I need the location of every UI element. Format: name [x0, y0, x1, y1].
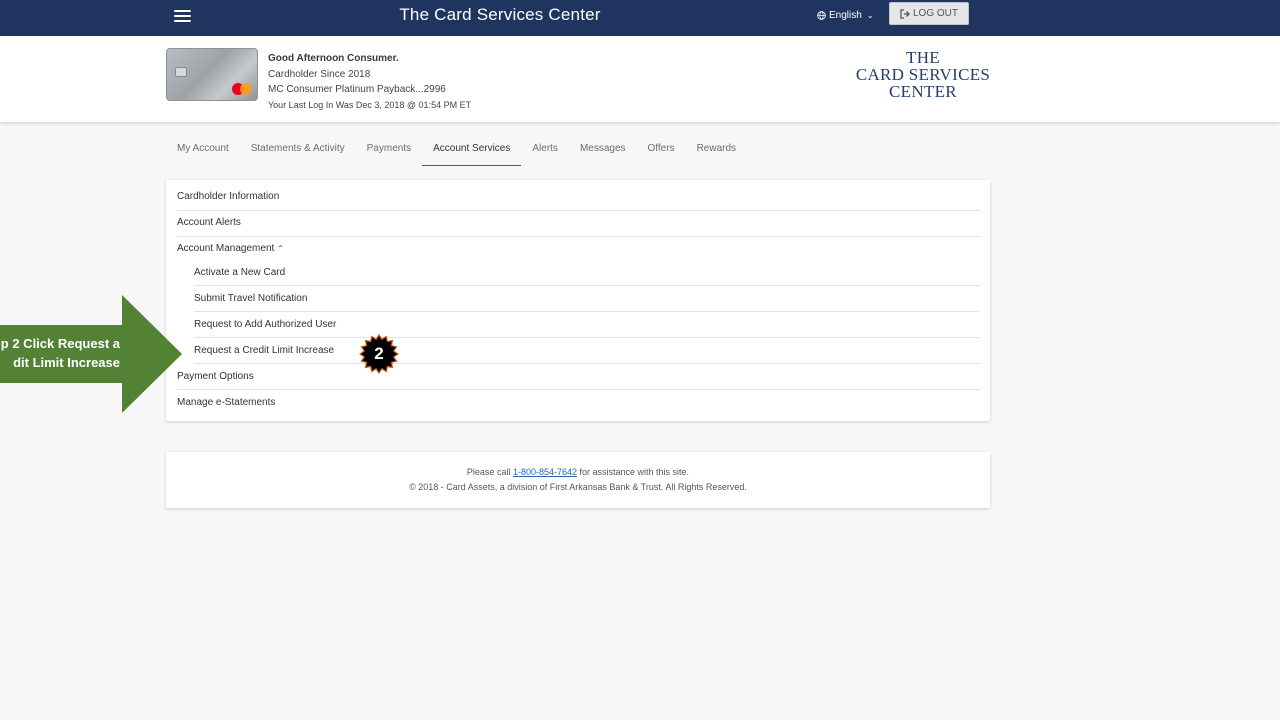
submenu-item-label: Activate a New Card [194, 267, 286, 278]
menu-item-label: Account Alerts [177, 217, 241, 228]
menu-item-account-alerts[interactable]: Account Alerts [177, 217, 980, 237]
last-login: Your Last Log In Was Dec 3, 2018 @ 01:54… [268, 99, 472, 110]
assistance-prefix: Please call [466, 467, 513, 477]
assistance-text: Please call 1-800-854-7642 for assistanc… [166, 467, 990, 477]
card-services-center-logo: THE CARD SERVICES CENTER [848, 49, 998, 100]
top-navigation-bar: The Card Services Center English ⌄ LOG O… [0, 0, 1280, 36]
step-number: 2 [374, 344, 384, 363]
menu-item-account-management[interactable]: Account Management ⌃ [177, 243, 980, 259]
chevron-up-icon: ⌃ [277, 244, 284, 253]
language-selector[interactable]: English ⌄ [817, 10, 874, 21]
cardholder-since: Cardholder Since 2018 [268, 68, 371, 80]
logo-line: CENTER [889, 82, 957, 101]
assistance-suffix: for assistance with this site. [577, 467, 690, 477]
submenu-item-label: Request to Add Authorized User [194, 319, 337, 330]
phone-link[interactable]: 1-800-854-7642 [513, 467, 577, 477]
logout-label: LOG OUT [912, 8, 958, 19]
copyright-text: © 2018 - Card Assets, a division of Firs… [409, 482, 747, 492]
menu-item-label: Cardholder Information [177, 191, 280, 202]
mastercard-icon [232, 83, 252, 95]
card-name: MC Consumer Platinum Payback...2996 [268, 84, 446, 95]
tab-statements-activity[interactable]: Statements & Activity [240, 136, 356, 165]
globe-icon [817, 11, 826, 20]
greeting: Good Afternoon Consumer. [268, 53, 399, 64]
step-arrow-text: p 2 Click Request a dit Limit Increase [0, 334, 120, 372]
menu-item-label: Account Management [177, 243, 275, 254]
arrow-text-line: p 2 Click Request a [0, 336, 120, 351]
site-footer: Please call 1-800-854-7642 for assistanc… [166, 452, 990, 508]
menu-item-label: Manage e-Statements [177, 397, 276, 408]
tab-payments[interactable]: Payments [356, 136, 422, 165]
site-title: The Card Services Center [399, 5, 601, 24]
submenu-item-travel-notification[interactable]: Submit Travel Notification [194, 293, 980, 312]
logo-line: THE [906, 48, 940, 67]
arrow-text-line: dit Limit Increase [13, 355, 120, 370]
submenu-item-credit-limit-increase[interactable]: Request a Credit Limit Increase [194, 345, 980, 364]
menu-item-cardholder-information[interactable]: Cardholder Information [177, 191, 980, 211]
account-header: Good Afternoon Consumer. Cardholder Sinc… [0, 36, 1280, 122]
tab-my-account[interactable]: My Account [166, 136, 240, 165]
credit-card-image [166, 48, 258, 101]
card-chip [175, 67, 187, 77]
menu-item-manage-estatements[interactable]: Manage e-Statements [177, 397, 980, 415]
tab-offers[interactable]: Offers [637, 136, 686, 165]
menu-item-label: Payment Options [177, 371, 254, 382]
hamburger-icon[interactable] [174, 10, 191, 22]
chevron-down-icon: ⌄ [866, 11, 874, 20]
tab-alerts[interactable]: Alerts [521, 136, 569, 165]
logo-line: CARD SERVICES [855, 65, 991, 84]
tab-messages[interactable]: Messages [569, 136, 637, 165]
submenu-item-activate-card[interactable]: Activate a New Card [194, 267, 980, 286]
menu-item-payment-options[interactable]: Payment Options [177, 371, 980, 390]
logout-button[interactable]: LOG OUT [889, 2, 969, 25]
sign-out-icon [900, 8, 910, 19]
account-services-menu: Cardholder Information Account Alerts Ac… [166, 180, 990, 421]
submenu-item-label: Request a Credit Limit Increase [194, 345, 335, 356]
main-tabs: My Account Statements & Activity Payment… [166, 136, 747, 166]
language-label: English [829, 10, 862, 21]
submenu-item-label: Submit Travel Notification [194, 293, 308, 304]
submenu-item-add-authorized-user[interactable]: Request to Add Authorized User [194, 319, 980, 338]
tab-account-services[interactable]: Account Services [422, 136, 522, 166]
account-summary: Good Afternoon Consumer. Cardholder Sinc… [268, 51, 471, 113]
tab-rewards[interactable]: Rewards [686, 136, 747, 165]
